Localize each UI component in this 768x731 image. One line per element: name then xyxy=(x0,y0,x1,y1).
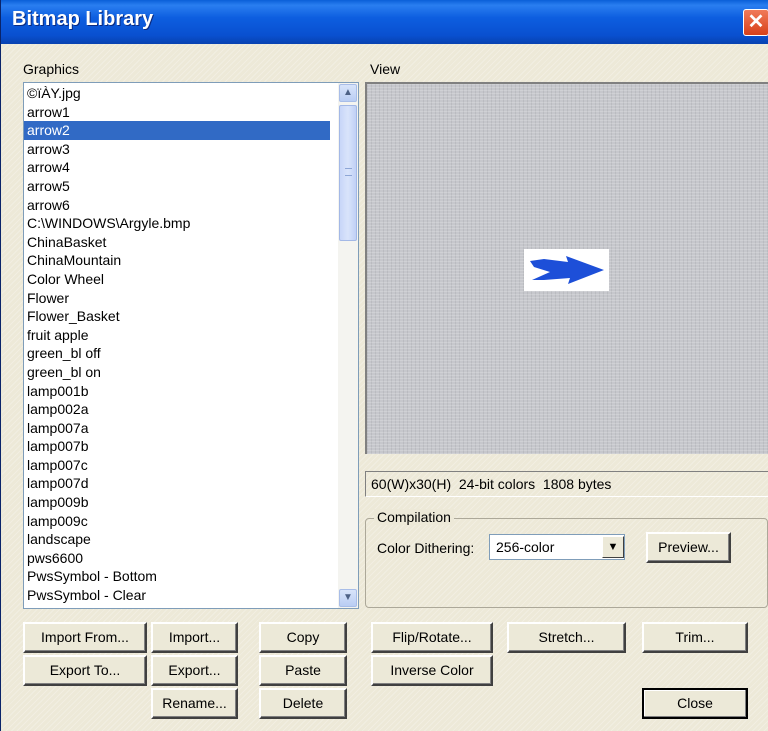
graphics-list[interactable]: ©ïÀY.jpg arrow1 arrow2 arrow3 arrow4 arrow5 ar… xyxy=(23,82,359,609)
close-button[interactable]: Close xyxy=(642,688,748,719)
preview-button[interactable]: Preview... xyxy=(646,532,731,563)
graphics-label: Graphics xyxy=(23,61,80,77)
list-item[interactable]: lamp007d xyxy=(24,474,330,493)
list-item[interactable]: lamp007a xyxy=(24,419,330,438)
list-item[interactable]: ChinaMountain xyxy=(24,251,330,270)
copy-button[interactable]: Copy xyxy=(259,622,347,653)
list-item[interactable]: lamp007b xyxy=(24,437,330,456)
scroll-down-icon[interactable]: ▼ xyxy=(339,589,357,607)
graphics-list-items: ©ïÀY.jpg arrow1 arrow2 arrow3 arrow4 arrow5 ar… xyxy=(24,84,330,605)
close-icon[interactable]: ✕ xyxy=(743,9,768,36)
arrow-icon xyxy=(530,256,604,284)
list-item[interactable]: arrow1 xyxy=(24,103,330,122)
bitmap-preview-image xyxy=(524,249,609,291)
list-item[interactable]: lamp002a xyxy=(24,400,330,419)
title-bar[interactable]: Bitmap Library ✕ xyxy=(1,0,768,44)
list-item[interactable]: arrow4 xyxy=(24,158,330,177)
scroll-thumb[interactable] xyxy=(339,105,357,241)
list-item[interactable]: arrow2 xyxy=(24,121,330,140)
color-dithering-label: Color Dithering: xyxy=(377,540,475,556)
list-item[interactable]: C:\WINDOWS\Argyle.bmp xyxy=(24,214,330,233)
bitmap-info: 60(W)x30(H) 24-bit colors 1808 bytes xyxy=(365,471,768,497)
scroll-grip xyxy=(345,168,352,176)
list-item[interactable]: PwsSymbol - Bottom xyxy=(24,567,330,586)
list-scrollbar[interactable]: ▲ ▼ xyxy=(338,83,358,608)
view-label: View xyxy=(370,61,401,77)
compilation-label: Compilation xyxy=(374,509,454,525)
list-item[interactable]: fruit apple xyxy=(24,326,330,345)
trim-button[interactable]: Trim... xyxy=(642,622,748,653)
list-item[interactable]: lamp009c xyxy=(24,512,330,531)
list-item[interactable]: lamp007c xyxy=(24,456,330,475)
delete-button[interactable]: Delete xyxy=(259,688,347,719)
list-item[interactable]: pws6600 xyxy=(24,549,330,568)
color-dithering-value: 256-color xyxy=(496,539,555,555)
stretch-button[interactable]: Stretch... xyxy=(507,622,626,653)
list-item[interactable]: lamp009b xyxy=(24,493,330,512)
flip-rotate-button[interactable]: Flip/Rotate... xyxy=(371,622,493,653)
list-item[interactable]: PwsSymbol - Clear xyxy=(24,586,330,605)
import-button[interactable]: Import... xyxy=(151,622,238,653)
export-to-button[interactable]: Export To... xyxy=(23,655,147,686)
paste-button[interactable]: Paste xyxy=(259,655,347,686)
scroll-up-icon[interactable]: ▲ xyxy=(339,84,357,102)
list-item[interactable]: arrow3 xyxy=(24,140,330,159)
list-item[interactable]: ChinaBasket xyxy=(24,233,330,252)
rename-button[interactable]: Rename... xyxy=(151,688,238,719)
window-title: Bitmap Library xyxy=(12,8,154,30)
list-item[interactable]: ©ïÀY.jpg xyxy=(24,84,330,103)
import-from-button[interactable]: Import From... xyxy=(23,622,147,653)
list-item[interactable]: Color Wheel xyxy=(24,270,330,289)
inverse-color-button[interactable]: Inverse Color xyxy=(371,655,493,686)
list-item[interactable]: Flower xyxy=(24,289,330,308)
list-item[interactable]: Flower_Basket xyxy=(24,307,330,326)
chevron-down-icon[interactable]: ▼ xyxy=(602,536,624,558)
bitmap-library-window: Bitmap Library ✕ Graphics ©ïÀY.jpg arrow1… xyxy=(0,0,768,731)
list-item[interactable]: green_bl on xyxy=(24,363,330,382)
color-dithering-select[interactable]: 256-color ▼ xyxy=(489,534,625,560)
list-item[interactable]: green_bl off xyxy=(24,344,330,363)
list-item[interactable]: landscape xyxy=(24,530,330,549)
list-item[interactable]: lamp001b xyxy=(24,382,330,401)
list-item[interactable]: arrow6 xyxy=(24,196,330,215)
list-item[interactable]: arrow5 xyxy=(24,177,330,196)
export-button[interactable]: Export... xyxy=(151,655,238,686)
